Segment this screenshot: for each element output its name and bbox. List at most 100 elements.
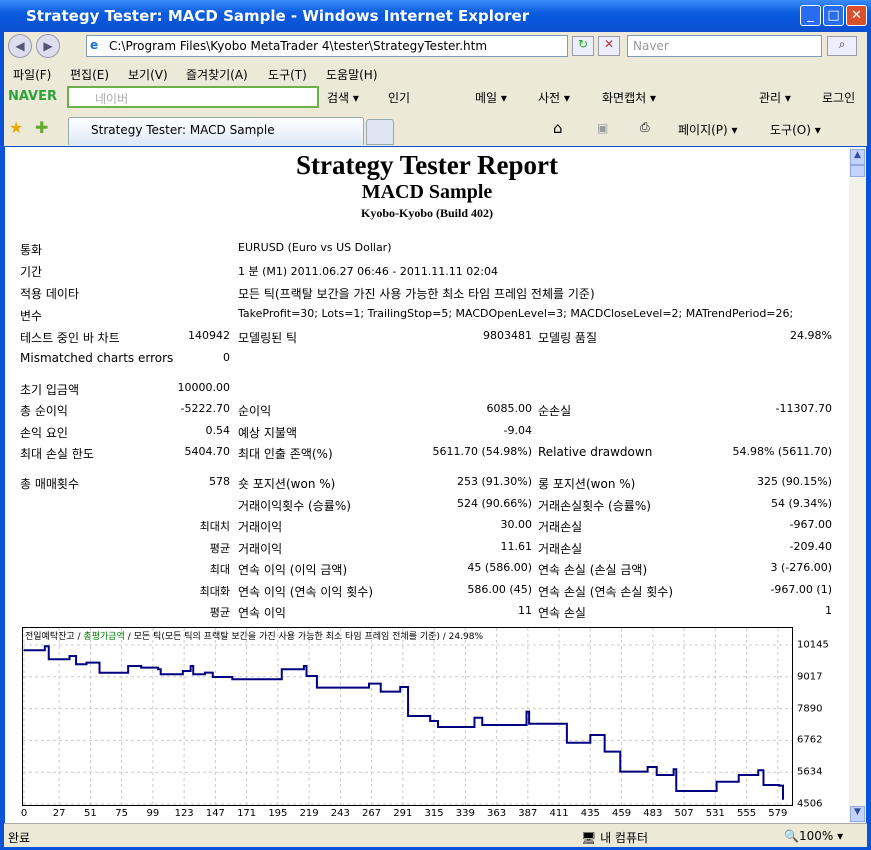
balance-point [204,671,206,674]
x-tick-label: 243 [330,808,350,819]
cell-value3: 24.98% [790,329,832,342]
tab-strategy-tester[interactable]: Strategy Tester: MACD Sample [68,117,364,145]
add-favorite-icon[interactable]: ✚ [35,118,48,137]
address-bar[interactable]: C:\Program Files\Kyobo MetaTrader 4\test… [86,35,568,57]
x-tick-label: 75 [115,808,129,819]
x-tick-label: 507 [674,808,694,819]
naver-capture[interactable]: 화면캡처 ▾ [602,89,656,106]
balance-point [566,741,568,744]
refresh-icon[interactable]: ↻ [572,36,594,56]
cell-value1: 0 [223,351,230,364]
new-tab-button[interactable] [366,119,394,145]
naver-dictionary[interactable]: 사전 ▾ [538,89,570,106]
stop-icon[interactable]: ✕ [598,36,620,56]
menu-edit[interactable]: 편집(E) [70,66,109,83]
status-bar: 완료 🖥 내 컴퓨터 🔍100% ▾ [4,823,867,847]
maximize-button[interactable]: □ [823,5,844,26]
menu-help[interactable]: 도움말(H) [326,66,378,83]
cell-label1: 변수 [20,309,43,323]
naver-manage[interactable]: 관리 ▾ [759,89,791,106]
zoom-control[interactable]: 🔍100% ▾ [784,829,843,843]
tools-menu[interactable]: 도구(O) ▾ [770,121,821,138]
balance-point [98,671,101,674]
cell-value2: 524 (90.66%) [456,497,532,510]
balance-point [211,676,214,678]
cell-value2: 45 (586.00) [467,561,532,574]
balance-point [85,661,88,664]
x-tick-label: 531 [705,808,725,819]
search-input[interactable]: Naver [627,35,822,57]
cell-value3: -967.00 (1) [770,583,832,596]
y-tick-label: 10145 [797,639,829,651]
balance-point [189,665,192,667]
cell-label2: EURUSD (Euro vs US Dollar) [238,241,392,254]
balance-point [407,715,409,717]
scroll-down-button[interactable]: ▼ [850,806,865,822]
cell-value3: -209.40 [789,540,832,553]
naver-mail[interactable]: 메일 ▾ [475,89,507,106]
x-tick-label: 99 [146,808,160,819]
x-tick-label: 219 [299,808,319,819]
cell-label1: 적용 데이타 [20,287,80,301]
balance-point [159,673,162,676]
close-button[interactable]: ✕ [846,5,867,26]
vertical-scrollbar[interactable] [849,147,866,823]
search-icon[interactable]: ⌕ [827,36,857,56]
x-tick-label: 483 [643,808,663,819]
balance-point [379,690,382,693]
x-tick-label: 171 [237,808,257,819]
naver-popular[interactable]: 인기 [388,89,410,106]
naver-search-button[interactable]: 검색 ▾ [327,89,359,106]
balance-point [757,769,760,772]
minimize-button[interactable]: _ [800,5,821,26]
balance-chart: 전일예탁잔고 / 총평가금액 / 모든 틱(모든 틱의 프랙탈 보간을 가진 사… [22,627,793,806]
x-tick-label: 459 [612,808,632,819]
cell-value2: -9.04 [503,424,532,437]
cell-value1: 평균 [209,542,230,555]
cell-label2: TakeProfit=30; Lots=1; TrailingStop=5; M… [238,307,794,320]
report-title: Strategy Tester Report [296,150,558,180]
naver-search-input[interactable]: 네이버 [67,86,319,108]
home-icon[interactable]: ⌂ [553,119,563,137]
cell-value2: 6085.00 [486,402,533,415]
cell-value1: 5404.70 [184,445,231,458]
x-tick-label: 315 [424,808,444,819]
y-tick-label: 9017 [797,671,823,683]
status-text: 완료 [8,831,31,845]
balance-point [715,780,718,783]
balance-point [157,668,159,671]
balance-point [399,686,402,688]
x-tick-label: 363 [487,808,507,819]
balance-point [528,722,530,725]
report-subtitle: MACD Sample [361,181,493,203]
address-url[interactable]: C:\Program Files\Kyobo MetaTrader 4\test… [109,39,487,53]
scroll-up-button[interactable]: ▲ [850,149,865,165]
cell-value2: 9803481 [483,329,532,342]
page-menu[interactable]: 페이지(P) ▾ [678,121,738,138]
balance-point [47,658,50,661]
balance-point [437,726,439,728]
y-tick-label: 4506 [797,798,823,810]
balance-point [23,649,25,652]
print-icon[interactable]: ⎙ [640,120,650,135]
back-icon[interactable]: ◀ [8,34,32,58]
menu-file[interactable]: 파일(F) [13,66,51,83]
menu-favorites[interactable]: 즐겨찾기(A) [186,66,248,83]
cell-value1: 최대 [209,563,230,576]
cell-label2: 1 분 (M1) 2011.06.27 06:46 - 2011.11.11 0… [238,265,498,278]
feeds-icon[interactable]: ▣ [597,121,608,135]
menu-view[interactable]: 보기(V) [128,66,168,83]
naver-login[interactable]: 로그인 [822,89,855,106]
balance-point [778,784,780,787]
favorites-star-icon[interactable]: ★ [9,118,23,137]
cell-value3: 325 (90.15%) [756,475,832,488]
cell-value2: 5611.70 (54.98%) [432,445,532,458]
cell-value1: 0.54 [205,424,231,437]
menu-tools[interactable]: 도구(T) [268,66,307,83]
cell-value1: 최대화 [199,585,230,598]
x-tick-label: 0 [20,808,28,819]
forward-icon[interactable]: ▶ [36,34,60,58]
balance-point [782,798,784,801]
cell-value3: -11307.70 [775,402,832,415]
scroll-thumb[interactable] [850,165,865,177]
